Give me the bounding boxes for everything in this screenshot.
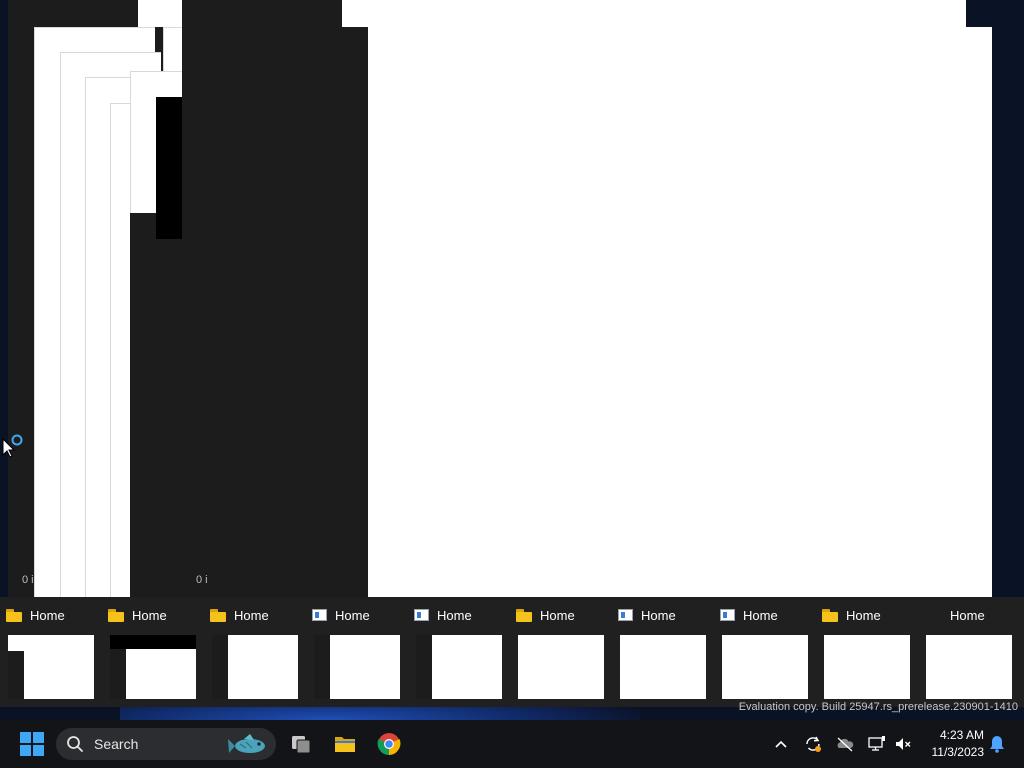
sync-icon[interactable] (803, 734, 823, 754)
switcher-item-title: Home (132, 607, 167, 623)
window-preview (722, 635, 808, 699)
volume-muted-icon[interactable] (893, 734, 913, 754)
network-icon[interactable] (867, 734, 887, 754)
app-window-icon (720, 609, 735, 621)
evaluation-watermark: Evaluation copy. Build 25947.rs_prerelea… (738, 701, 1018, 713)
search-highlight-fish-icon (228, 734, 265, 753)
switcher-item-1[interactable]: Home (0, 597, 100, 707)
window-preview (518, 635, 604, 699)
window-switcher: Home Home Home Home Home Home Home Home (0, 597, 1024, 707)
app-window-icon (618, 609, 633, 621)
onedrive-icon[interactable] (835, 734, 855, 754)
switcher-item-6[interactable]: Home (510, 597, 610, 707)
start-button[interactable] (20, 732, 44, 756)
item-count-left: 0 i (22, 574, 34, 586)
taskbar: Search 4:23 AM 11/3/2023 (0, 720, 1024, 768)
switcher-item-2[interactable]: Home (102, 597, 202, 707)
app-window-icon (312, 609, 327, 621)
folder-icon (6, 608, 22, 622)
switcher-item-title: Home (743, 607, 778, 623)
item-count-right: 0 i (196, 574, 208, 586)
folder-icon (822, 608, 838, 622)
background-window-top[interactable] (342, 0, 966, 27)
switcher-item-10[interactable]: Home (918, 597, 1018, 707)
chevron-up-icon[interactable] (771, 734, 791, 754)
switcher-item-title: Home (437, 607, 472, 623)
folder-icon (108, 608, 124, 622)
switcher-item-5[interactable]: Home (408, 597, 508, 707)
window-preview (110, 635, 196, 699)
switcher-item-title: Home (641, 607, 676, 623)
explorer-window-5[interactable] (138, 0, 183, 27)
window-preview (212, 635, 298, 699)
folder-icon (516, 608, 532, 622)
task-view-icon[interactable] (289, 732, 313, 756)
switcher-item-4[interactable]: Home (306, 597, 406, 707)
switcher-item-title: Home (846, 607, 881, 623)
switcher-item-title: Home (540, 607, 575, 623)
search-icon (67, 736, 83, 752)
explorer-window-7-body (130, 213, 182, 597)
folder-icon (210, 608, 226, 622)
window-preview (416, 635, 502, 699)
switcher-item-7[interactable]: Home (612, 597, 712, 707)
notification-bell-icon[interactable] (987, 734, 1007, 754)
window-preview (8, 635, 94, 699)
file-explorer-icon[interactable] (333, 732, 357, 756)
foreground-window-sidebar[interactable] (208, 27, 368, 597)
busy-cursor-icon (2, 434, 23, 458)
clock-time[interactable]: 4:23 AM (920, 728, 984, 742)
switcher-item-8[interactable]: Home (714, 597, 814, 707)
foreground-window-content[interactable] (368, 27, 992, 597)
switcher-item-9[interactable]: Home (816, 597, 916, 707)
switcher-item-3[interactable]: Home (204, 597, 304, 707)
window-preview (314, 635, 400, 699)
window-preview (926, 635, 1012, 699)
explorer-window-8[interactable] (156, 97, 182, 239)
switcher-item-title: Home (335, 607, 370, 623)
search-input[interactable]: Search (56, 728, 276, 760)
chrome-icon[interactable] (377, 732, 401, 756)
search-label: Search (94, 736, 139, 752)
switcher-item-title: Home (234, 607, 269, 623)
switcher-item-title: Home (950, 607, 985, 623)
clock-date[interactable]: 11/3/2023 (920, 745, 985, 759)
window-preview (620, 635, 706, 699)
desktop: 0 i 0 i Home Home Home Home Home Home Ho… (0, 0, 1024, 768)
app-window-icon (414, 609, 429, 621)
switcher-item-title: Home (30, 607, 65, 623)
window-preview (824, 635, 910, 699)
